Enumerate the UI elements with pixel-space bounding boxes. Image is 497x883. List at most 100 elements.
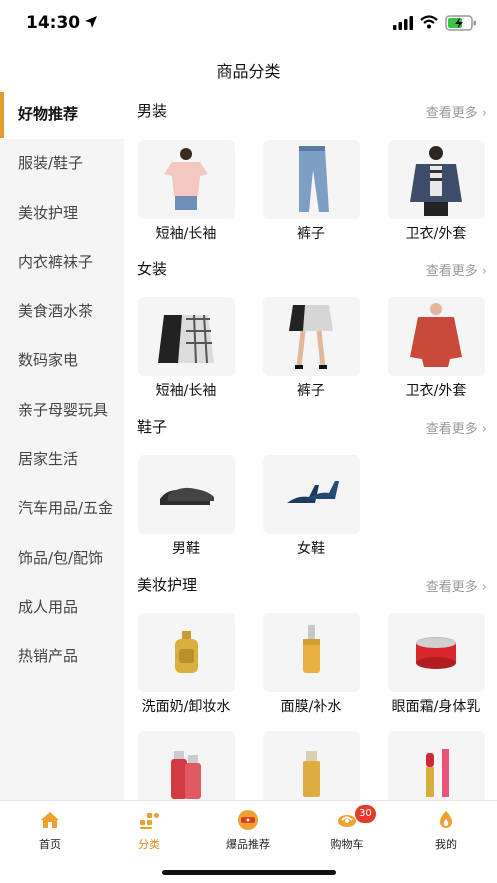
- sidebar-item-electronics[interactable]: 数码家电: [0, 336, 124, 385]
- sidebar-item-adult[interactable]: 成人用品: [0, 583, 124, 632]
- gold-bottle-image: [303, 751, 320, 797]
- see-more-link[interactable]: 查看更多 ›: [426, 260, 487, 279]
- red-sweater-image: [410, 303, 462, 367]
- location-arrow-icon: [85, 16, 97, 28]
- tab-label: 首页: [39, 838, 61, 851]
- sidebar-item-label: 美妆护理: [18, 203, 79, 222]
- section-header: 鞋子 查看更多 ›: [137, 416, 487, 438]
- cellular-signal-icon: [393, 16, 413, 30]
- product-tile[interactable]: [263, 297, 360, 376]
- profile-icon: [440, 811, 452, 828]
- sidebar-item-underwear[interactable]: 内衣裤袜子: [0, 238, 124, 287]
- sidebar-item-label: 数码家电: [18, 351, 79, 370]
- see-more-label: 查看更多: [425, 106, 478, 121]
- tab-category[interactable]: 分类: [109, 809, 189, 852]
- chevron-right-icon: ›: [481, 264, 487, 279]
- see-more-link[interactable]: 查看更多 ›: [426, 102, 487, 121]
- home-icon: [41, 812, 59, 828]
- sidebar-item-label: 美食酒水茶: [18, 302, 94, 321]
- section-title: 美妆护理: [137, 576, 198, 594]
- product-tile[interactable]: [388, 731, 485, 800]
- tab-home[interactable]: 首页: [10, 809, 90, 852]
- tab-label: 我的: [435, 838, 457, 851]
- sidebar-item-home[interactable]: 居家生活: [0, 435, 124, 484]
- tab-cart[interactable]: 30 购物车: [307, 805, 387, 852]
- section-header: 美妆护理 查看更多 ›: [137, 574, 487, 596]
- cart-count-badge: 30: [355, 805, 376, 823]
- product-label: 洗面奶/卸妆水: [141, 699, 231, 715]
- sidebar-item-accessories[interactable]: 饰品/包/配饰: [0, 534, 124, 583]
- product-tile[interactable]: [388, 140, 485, 219]
- product-label: 裤子: [297, 226, 325, 242]
- section-header: 男装 查看更多 ›: [137, 100, 487, 122]
- product-label: 眼面霜/身体乳: [391, 699, 481, 715]
- plaid-shirt-image: [158, 314, 214, 364]
- sidebar-item-baby-toys[interactable]: 亲子母婴玩具: [0, 386, 124, 435]
- sidebar-item-label: 亲子母婴玩具: [18, 400, 109, 419]
- home-indicator: [162, 870, 336, 875]
- product-category-panel: 男装 查看更多 › 短袖/长袖 裤子 卫衣/外套 女装 查看更多 › 短袖/长袖…: [124, 90, 497, 800]
- battery-charging-icon: [445, 15, 476, 31]
- sidebar-item-recommended[interactable]: 好物推荐: [0, 90, 124, 140]
- section-header: 女装 查看更多 ›: [137, 258, 487, 280]
- see-more-link[interactable]: 查看更多 ›: [426, 418, 487, 437]
- sidebar-item-label: 服装/鞋子: [18, 154, 84, 173]
- sidebar-item-auto[interactable]: 汽车用品/五金: [0, 484, 124, 533]
- product-label: 女鞋: [297, 541, 325, 557]
- product-tile[interactable]: [263, 140, 360, 219]
- tab-hot-deals[interactable]: 爆品推荐: [208, 809, 288, 852]
- jeans-image: [299, 146, 329, 212]
- sidebar-item-label: 内衣裤袜子: [18, 252, 94, 271]
- sidebar-item-label: 饰品/包/配饰: [18, 548, 104, 567]
- product-tile[interactable]: [263, 731, 360, 800]
- section-title: 男装: [137, 102, 168, 120]
- womens-heels-image: [287, 481, 339, 503]
- see-more-label: 查看更多: [425, 580, 478, 595]
- tab-label: 分类: [138, 838, 160, 851]
- sidebar-item-hot-sales[interactable]: 热销产品: [0, 632, 124, 681]
- category-sidebar: 好物推荐 服装/鞋子 美妆护理 内衣裤袜子 美食酒水茶 数码家电 亲子母婴玩具 …: [0, 90, 124, 800]
- product-tile[interactable]: [388, 613, 485, 692]
- jacket-model-image: [410, 146, 462, 216]
- tab-label: 购物车: [330, 838, 364, 851]
- product-tile[interactable]: [138, 731, 235, 800]
- sidebar-item-beauty[interactable]: 美妆护理: [0, 189, 124, 238]
- product-label: 裤子: [297, 383, 325, 399]
- see-more-label: 查看更多: [425, 264, 478, 279]
- product-tile[interactable]: [138, 455, 235, 534]
- tab-label: 爆品推荐: [226, 838, 270, 851]
- tab-profile[interactable]: 我的: [406, 809, 486, 852]
- product-label: 卫衣/外套: [405, 383, 467, 399]
- chevron-right-icon: ›: [481, 580, 487, 595]
- product-tile[interactable]: [138, 140, 235, 219]
- sidebar-item-food-drinks[interactable]: 美食酒水茶: [0, 287, 124, 336]
- wifi-icon: [420, 15, 438, 29]
- tshirt-model-image: [164, 148, 208, 210]
- page-title: 商品分类: [216, 62, 281, 81]
- product-label: 短袖/长袖: [155, 226, 217, 242]
- chevron-right-icon: ›: [481, 422, 487, 437]
- category-icon: [140, 813, 159, 829]
- product-label: 卫衣/外套: [405, 226, 467, 242]
- chevron-right-icon: ›: [481, 106, 487, 121]
- sidebar-item-label: 居家生活: [18, 450, 79, 469]
- product-label: 面膜/补水: [280, 699, 342, 715]
- status-time: 14:30: [26, 13, 81, 33]
- sidebar-item-clothing-shoes[interactable]: 服装/鞋子: [0, 139, 124, 188]
- shorts-model-image: [289, 305, 333, 369]
- product-tile[interactable]: [388, 297, 485, 376]
- product-tile[interactable]: [138, 613, 235, 692]
- serum-bottle-image: [303, 625, 320, 673]
- see-more-link[interactable]: 查看更多 ›: [426, 576, 487, 595]
- product-label: 短袖/长袖: [155, 383, 217, 399]
- product-tile[interactable]: [138, 297, 235, 376]
- hot-deals-icon: [238, 810, 258, 830]
- sidebar-item-label: 热销产品: [18, 647, 79, 666]
- lotion-bottles-image: [171, 751, 201, 799]
- product-tile[interactable]: [263, 613, 360, 692]
- sidebar-item-label: 成人用品: [18, 597, 79, 616]
- face-cream-jar-image: [416, 637, 456, 669]
- sidebar-item-label: 好物推荐: [18, 105, 79, 123]
- product-label: 男鞋: [172, 541, 200, 557]
- product-tile[interactable]: [263, 455, 360, 534]
